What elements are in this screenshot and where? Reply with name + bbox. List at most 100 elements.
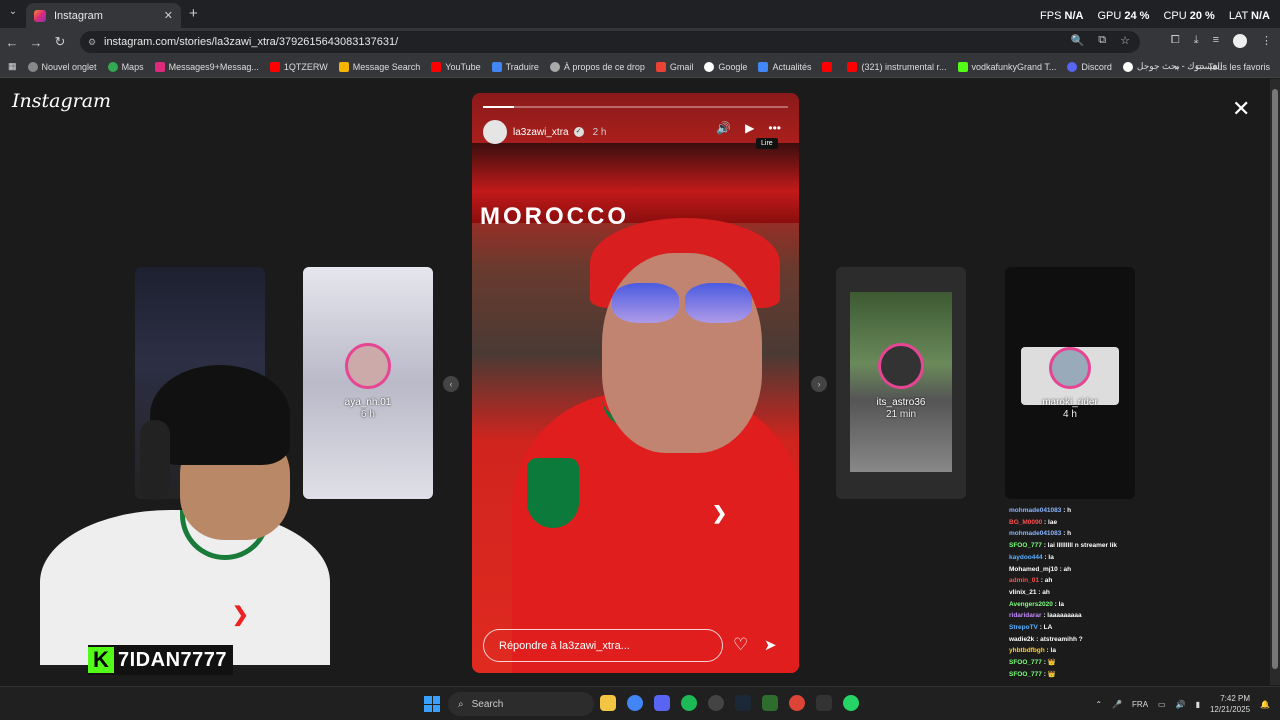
chat-username[interactable]: Mohamed_mj10: [1009, 566, 1058, 573]
bookmark-item[interactable]: YouTube: [431, 61, 481, 72]
address-bar: ← → ↻ ⚙ instagram.com/stories/la3zawi_xt…: [0, 28, 1280, 56]
taskbar-search[interactable]: ⌕ Search: [448, 692, 594, 716]
close-story-icon[interactable]: ✕: [1232, 96, 1250, 122]
play-icon[interactable]: ▶: [745, 121, 754, 135]
obs-icon[interactable]: [708, 695, 724, 711]
forward-icon[interactable]: →: [24, 35, 48, 50]
extensions-icon[interactable]: ⧠: [1171, 34, 1180, 48]
language-indicator[interactable]: FRA: [1132, 700, 1148, 709]
discord-icon[interactable]: [654, 695, 670, 711]
like-heart-icon[interactable]: ♡: [733, 635, 748, 655]
bookmark-item[interactable]: Message Search: [338, 61, 420, 72]
explorer-icon[interactable]: [600, 695, 616, 711]
chat-username[interactable]: BG_M0090: [1009, 519, 1042, 526]
chat-username[interactable]: mohmade041083: [1009, 507, 1061, 514]
chat-text: : atstreamihh ?: [1034, 635, 1083, 643]
epic-games-icon[interactable]: [816, 695, 832, 711]
tab-instagram[interactable]: Instagram ✕: [26, 3, 181, 28]
bookmark-item[interactable]: Gmail: [655, 61, 693, 72]
all-favorites[interactable]: Tous les favoris: [1208, 62, 1270, 72]
reply-input[interactable]: Répondre à la3zawi_xtra...: [483, 629, 723, 662]
bookmark-item[interactable]: 1QTZERW: [269, 61, 328, 72]
bookmark-item[interactable]: À propos de ce drop: [549, 61, 645, 72]
story-username[interactable]: la3zawi_xtra: [513, 127, 569, 138]
apps-icon[interactable]: ▦: [8, 61, 17, 72]
scrollbar[interactable]: [1270, 79, 1280, 685]
new-tab-icon[interactable]: +: [189, 5, 198, 22]
chat-username[interactable]: admin_01: [1009, 577, 1039, 584]
next-story-icon[interactable]: ›: [811, 376, 827, 392]
chat-text: : la: [1042, 553, 1054, 561]
url-field[interactable]: ⚙ instagram.com/stories/la3zawi_xtra/379…: [80, 31, 1140, 53]
site-info-icon[interactable]: ⚙: [88, 37, 96, 48]
steam-icon[interactable]: [735, 695, 751, 711]
story-viewer[interactable]: MOROCCO ❯ la3zawi_xtra ✓ 2 h 🔊 ▶ ••• Lir…: [472, 93, 799, 673]
whatsapp-icon[interactable]: [843, 695, 859, 711]
chat-username[interactable]: ridaridarar: [1009, 612, 1042, 619]
volume-icon[interactable]: 🔊: [1176, 700, 1186, 709]
chat-message: StrepoTV : LA: [1009, 622, 1169, 634]
bookmark-item[interactable]: (321) instrumental r...: [847, 61, 947, 72]
chat-username[interactable]: mohmade041083: [1009, 530, 1061, 537]
scrollbar-thumb[interactable]: [1272, 89, 1278, 669]
notifications-icon[interactable]: 🔔: [1260, 700, 1270, 709]
stream-chat: mohmade041083 : h BG_M0090 : lae mohmade04…: [1009, 505, 1169, 681]
chat-message: ridaridarar : laaaaaaaaa: [1009, 610, 1169, 622]
taskbar: ⌕ Search ⌃ 🎤 FRA ▭ 🔊 ▮ 7:42 PM 12/21/202…: [0, 686, 1280, 720]
chat-message: Mohamed_mj10 : ah: [1009, 564, 1169, 576]
kick-overlay: K 7IDAN7777: [88, 645, 234, 675]
instagram-logo[interactable]: Instagram: [12, 90, 111, 112]
reload-icon[interactable]: ↻: [48, 34, 72, 50]
bookmark-item[interactable]: [822, 61, 836, 72]
zoom-icon[interactable]: 🔍: [1071, 34, 1085, 47]
story-thumb-maroki[interactable]: maroki_rider 4 h: [1005, 267, 1135, 499]
chat-username[interactable]: yhbtbdfbgh: [1009, 647, 1045, 654]
spotify-icon[interactable]: [681, 695, 697, 711]
chat-username[interactable]: wadie2k: [1009, 636, 1034, 643]
clock[interactable]: 7:42 PM 12/21/2025: [1210, 693, 1250, 715]
chat-username[interactable]: StrepoTV: [1009, 624, 1038, 631]
bookmark-item[interactable]: vodkafunkyGrand T...: [957, 61, 1056, 72]
chrome-icon[interactable]: [627, 695, 643, 711]
more-bookmarks-icon[interactable]: »: [1174, 62, 1179, 72]
chat-username[interactable]: kaydoo444: [1009, 554, 1043, 561]
chat-username[interactable]: SFOO_777: [1009, 659, 1042, 666]
chat-text: : lae: [1042, 518, 1058, 526]
bookmark-star-icon[interactable]: ☆: [1120, 34, 1130, 47]
microphone-icon[interactable]: 🎤: [1112, 700, 1122, 709]
profile-avatar[interactable]: [1233, 34, 1247, 48]
windows-start-icon[interactable]: [424, 696, 440, 712]
battery-icon[interactable]: ▮: [1196, 700, 1200, 709]
chat-message: mohmade041083 : h: [1009, 528, 1169, 540]
kick-logo-icon: K: [88, 647, 114, 673]
chevron-up-icon[interactable]: ⌃: [1095, 700, 1102, 709]
bookmark-item[interactable]: Nouvel onglet: [27, 61, 97, 72]
avatar[interactable]: [483, 120, 507, 144]
app-icon[interactable]: [762, 695, 778, 711]
tab-search-icon[interactable]: ⌄: [5, 6, 21, 22]
thumb-username: its_astro36: [876, 397, 926, 408]
chat-username[interactable]: SFOO_777: [1009, 542, 1042, 549]
close-tab-icon[interactable]: ✕: [164, 9, 173, 22]
story-thumb-astro[interactable]: its_astro36 21 min: [836, 267, 966, 499]
more-options-icon[interactable]: •••: [768, 121, 781, 135]
chat-username[interactable]: vlinix_21: [1009, 589, 1036, 596]
bookmark-item[interactable]: Maps: [107, 61, 144, 72]
download-icon[interactable]: ⤓: [1194, 34, 1199, 48]
chat-username[interactable]: Avengers2020: [1009, 601, 1053, 608]
back-icon[interactable]: ←: [0, 35, 24, 50]
bookmark-item[interactable]: Discord: [1067, 61, 1112, 72]
media-icon[interactable]: ≡: [1213, 34, 1219, 48]
cast-icon[interactable]: ⧉: [1098, 34, 1106, 47]
menu-icon[interactable]: ⋮: [1261, 34, 1272, 48]
chat-username[interactable]: SFOO_777: [1009, 671, 1042, 678]
chrome-icon[interactable]: [789, 695, 805, 711]
bookmark-item[interactable]: Actualités: [758, 61, 811, 72]
bookmark-item[interactable]: Messages9+Messag...: [154, 61, 259, 72]
bookmark-item[interactable]: Traduire: [491, 61, 539, 72]
volume-icon[interactable]: 🔊: [716, 121, 731, 135]
send-icon[interactable]: ➤: [764, 636, 777, 654]
bookmark-item[interactable]: Google: [704, 61, 747, 72]
network-icon[interactable]: ▭: [1158, 700, 1166, 709]
previous-story-icon[interactable]: ‹: [443, 376, 459, 392]
